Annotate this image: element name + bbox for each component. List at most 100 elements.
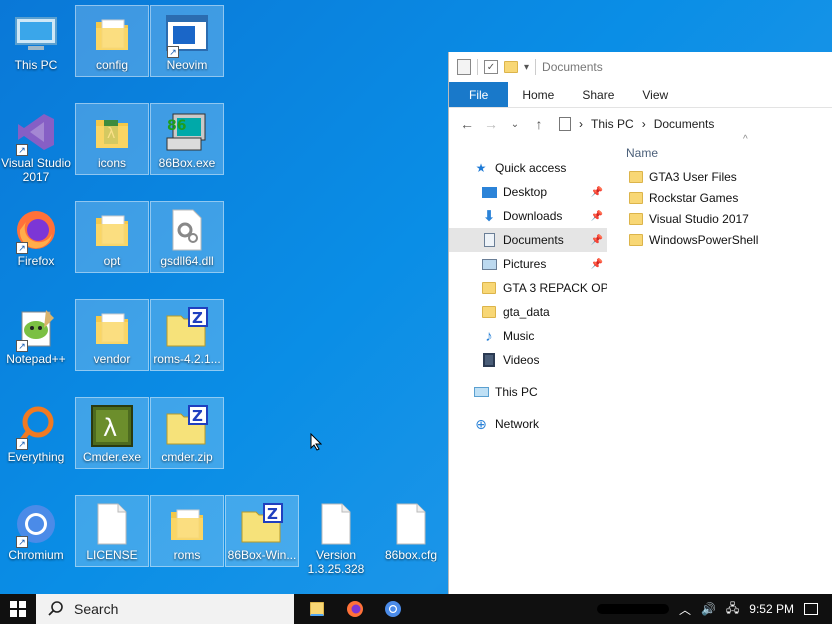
icons-folder-icon-item[interactable]: λ icons <box>75 103 149 175</box>
clock[interactable]: 9:52 PM <box>749 602 794 616</box>
window-title: Documents <box>542 60 603 74</box>
pin-icon: 📌 <box>590 258 603 270</box>
cmder-exe-icon-item[interactable]: λ Cmder.exe <box>75 397 149 469</box>
search-label: Search <box>74 601 119 617</box>
redacted-tray-area <box>596 604 669 614</box>
firefox-icon <box>347 601 363 617</box>
taskbar: Search ︿ 🔊 🖧 9:52 PM <box>0 594 832 624</box>
file-explorer-icon <box>310 602 324 616</box>
neovim-icon-item[interactable]: ↗ Neovim <box>150 5 224 77</box>
notepadpp-desktop-icon[interactable]: ↗ Notepad++ <box>0 300 72 370</box>
icon-label: gsdll64.dll <box>160 254 214 268</box>
notification-center-icon[interactable] <box>804 603 818 615</box>
nav-item-music[interactable]: ♪ Music <box>449 324 607 348</box>
icon-label: config <box>95 58 129 72</box>
tab-view[interactable]: View <box>628 82 682 107</box>
document-icon <box>559 117 571 131</box>
86box-win-zip-icon-item[interactable]: Z 86Box-Win... <box>225 495 299 567</box>
forward-arrow-icon[interactable]: → <box>483 116 499 132</box>
roms-folder-icon-item[interactable]: roms <box>150 495 224 567</box>
taskbar-chromium[interactable] <box>374 594 412 624</box>
icon-label: roms <box>173 548 201 562</box>
dll-gear-file-icon <box>163 206 211 254</box>
column-header-name[interactable]: ^ Name <box>619 134 832 166</box>
checkbox-icon[interactable]: ✓ <box>484 60 498 74</box>
this-pc-desktop-icon[interactable]: This PC <box>0 6 72 76</box>
breadcrumb-documents[interactable]: Documents <box>654 117 715 131</box>
folder-icon <box>629 170 643 183</box>
chromium-desktop-icon[interactable]: ↗ Chromium <box>0 496 72 566</box>
nav-item-documents[interactable]: Documents 📌 <box>449 228 607 252</box>
explorer-content: ★ Quick access Desktop 📌 ⬇ Downloads 📌 D… <box>449 134 832 594</box>
chromium-icon <box>385 601 401 617</box>
breadcrumb-this-pc[interactable]: This PC <box>591 117 634 131</box>
network-status-icon[interactable]: 🖧 <box>726 599 739 620</box>
divider <box>535 59 537 75</box>
breadcrumb[interactable]: › This PC › Documents <box>559 117 714 131</box>
music-icon: ♪ <box>485 327 493 345</box>
firefox-desktop-icon[interactable]: ↗ Firefox <box>0 202 72 272</box>
show-hidden-icons-chevron-icon[interactable]: ︿ <box>679 601 691 618</box>
download-icon: ⬇ <box>482 208 496 225</box>
title-bar: ✓ ▾ Documents <box>449 52 832 82</box>
back-arrow-icon[interactable]: ← <box>459 116 475 132</box>
nav-this-pc[interactable]: This PC <box>449 380 607 404</box>
taskbar-file-explorer[interactable] <box>298 594 336 624</box>
search-icon <box>48 601 63 616</box>
file-row[interactable]: GTA3 User Files <box>619 166 832 187</box>
86box-exe-icon-item[interactable]: 86 86Box.exe <box>150 103 224 175</box>
icon-label: Neovim <box>166 58 208 72</box>
volume-icon[interactable]: 🔊 <box>701 602 716 616</box>
up-arrow-icon[interactable]: ↑ <box>531 116 547 132</box>
nav-item-gta3-repack[interactable]: GTA 3 REPACK OPTI <box>449 276 607 300</box>
config-folder-icon-item[interactable]: config <box>75 5 149 77</box>
nav-item-desktop[interactable]: Desktop 📌 <box>449 180 607 204</box>
file-row[interactable]: Visual Studio 2017 <box>619 208 832 229</box>
notepadpp-icon: ↗ <box>12 304 60 352</box>
blank-file-icon <box>88 500 136 548</box>
gsdll64-icon-item[interactable]: gsdll64.dll <box>150 201 224 273</box>
file-row[interactable]: Rockstar Games <box>619 187 832 208</box>
tab-home[interactable]: Home <box>508 82 568 107</box>
start-button[interactable] <box>0 594 36 624</box>
nav-item-downloads[interactable]: ⬇ Downloads 📌 <box>449 204 607 228</box>
svg-text:Z: Z <box>192 407 203 425</box>
version-file-icon-item[interactable]: Version 1.3.25.328 <box>300 496 372 578</box>
pin-icon: 📌 <box>590 234 603 246</box>
tab-share[interactable]: Share <box>568 82 628 107</box>
nav-item-gta-data[interactable]: gta_data <box>449 300 607 324</box>
license-file-icon-item[interactable]: LICENSE <box>75 495 149 567</box>
nav-network[interactable]: ⊕ Network <box>449 412 607 436</box>
everything-desktop-icon[interactable]: ↗ Everything <box>0 398 72 468</box>
computer-icon <box>473 385 489 399</box>
icon-label: 86box.cfg <box>384 548 438 562</box>
taskbar-firefox[interactable] <box>336 594 374 624</box>
nav-item-videos[interactable]: Videos <box>449 348 607 372</box>
quick-access-dropdown-icon[interactable]: ▾ <box>524 62 529 73</box>
windows-logo-icon <box>10 601 26 617</box>
icon-label: Firefox <box>17 254 55 268</box>
folder-icon <box>481 281 497 295</box>
86box-cfg-icon-item[interactable]: 86box.cfg <box>375 496 447 566</box>
taskbar-search-box[interactable]: Search <box>36 594 294 624</box>
file-row[interactable]: WindowsPowerShell <box>619 229 832 250</box>
folder-icon: λ <box>88 108 136 156</box>
tab-file[interactable]: File <box>449 82 509 107</box>
icon-label: roms-4.2.1... <box>153 352 221 366</box>
opt-folder-icon-item[interactable]: opt <box>75 201 149 273</box>
svg-text:Z: Z <box>192 309 203 327</box>
vendor-folder-icon-item[interactable]: vendor <box>75 299 149 371</box>
folder-icon <box>88 304 136 352</box>
breadcrumb-separator-icon: › <box>579 117 583 131</box>
properties-icon[interactable] <box>457 59 471 75</box>
svg-text:Z: Z <box>267 505 278 523</box>
cmder-zip-icon-item[interactable]: Z cmder.zip <box>150 397 224 469</box>
nav-item-pictures[interactable]: Pictures 📌 <box>449 252 607 276</box>
recent-locations-chevron-icon[interactable]: ⌄ <box>507 119 523 130</box>
icon-label: LICENSE <box>86 548 138 562</box>
visual-studio-desktop-icon[interactable]: ↗ Visual Studio 2017 <box>0 104 72 186</box>
nav-quick-access[interactable]: ★ Quick access <box>449 156 607 180</box>
icon-label: Cmder.exe <box>82 450 142 464</box>
roms-zip-icon-item[interactable]: Z roms-4.2.1... <box>150 299 224 371</box>
svg-text:86: 86 <box>167 118 186 134</box>
